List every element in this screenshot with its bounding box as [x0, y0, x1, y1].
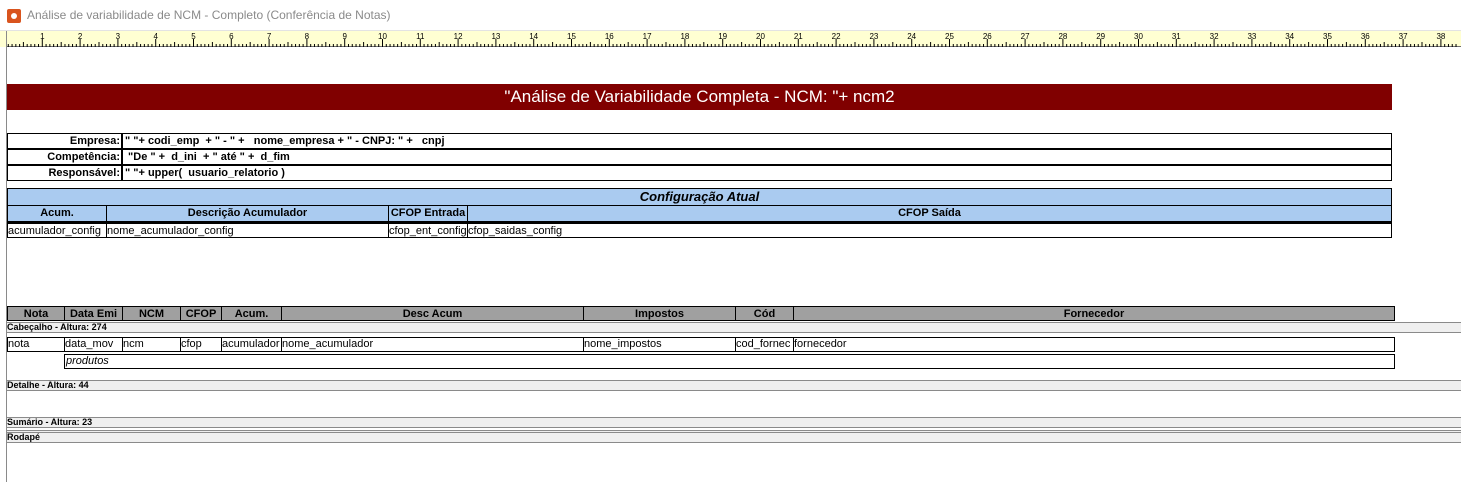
- field-fornecedor[interactable]: fornecedor: [794, 338, 1394, 351]
- report-title[interactable]: "Análise de Variabilidade Completa - NCM…: [7, 84, 1392, 110]
- info-row-responsavel[interactable]: Responsável: " "+ upper( usuario_relator…: [7, 165, 1392, 181]
- info-label-empresa: Empresa:: [69, 135, 120, 147]
- ruler-number: 26: [982, 32, 992, 41]
- field-nome-acumulador[interactable]: nome_acumulador: [282, 338, 584, 351]
- ruler-number: 25: [945, 32, 954, 41]
- ruler-number: 32: [1209, 32, 1219, 41]
- ruler-number: 14: [529, 32, 539, 41]
- ruler-number: 3: [115, 32, 121, 41]
- ruler-number: 37: [1398, 32, 1408, 41]
- notes-col-desc-acum[interactable]: Desc Acum: [282, 307, 584, 320]
- notes-col-cfop[interactable]: CFOP: [181, 307, 222, 320]
- info-row-competencia[interactable]: Competência: "De " + d_ini + " até " + d…: [7, 149, 1392, 165]
- subreport-produtos[interactable]: produtos: [64, 354, 1395, 369]
- ruler-number: 19: [718, 32, 728, 41]
- ruler-number: 22: [831, 32, 841, 41]
- notes-col-ncm[interactable]: NCM: [123, 307, 181, 320]
- config-field-acumulador[interactable]: acumulador_config: [8, 224, 107, 238]
- notes-col-cod[interactable]: Cód: [736, 307, 794, 320]
- info-label-competencia: Competência:: [47, 151, 120, 163]
- field-nome-impostos[interactable]: nome_impostos: [584, 338, 736, 351]
- ruler-number: 15: [567, 32, 576, 41]
- ruler-number: 5: [191, 32, 196, 41]
- ruler-number: 7: [266, 32, 272, 41]
- notes-col-data-emi[interactable]: Data Emi: [65, 307, 123, 320]
- ruler-number: 12: [453, 32, 463, 41]
- info-value-empresa[interactable]: " "+ codi_emp + " - " + nome_empresa + "…: [125, 134, 445, 148]
- ruler-number: 11: [416, 32, 425, 41]
- field-nota[interactable]: nota: [8, 338, 65, 351]
- config-field-cfop-saidas[interactable]: cfop_saidas_config: [468, 224, 1391, 238]
- info-value-competencia[interactable]: "De " + d_ini + " até " + d_fim: [125, 150, 290, 164]
- ruler-number: 21: [793, 32, 803, 41]
- info-label-responsavel: Responsável:: [48, 167, 120, 179]
- config-header[interactable]: Configuração Atual: [7, 188, 1392, 206]
- ruler-number: 28: [1058, 32, 1068, 41]
- notes-col-acum[interactable]: Acum.: [222, 307, 282, 320]
- info-value-responsavel[interactable]: " "+ upper( usuario_relatorio ): [125, 166, 285, 180]
- band-header[interactable]: Cabeçalho - Altura: 274: [7, 322, 1461, 333]
- band-detail[interactable]: Detalhe - Altura: 44: [7, 380, 1461, 391]
- ruler-number: 30: [1134, 32, 1143, 41]
- config-field-nome-acumulador[interactable]: nome_acumulador_config: [107, 224, 389, 238]
- ruler-number: 35: [1323, 32, 1332, 41]
- field-ncm[interactable]: ncm: [123, 338, 181, 351]
- ruler-corner: [0, 31, 7, 47]
- ruler-number: 2: [77, 32, 83, 41]
- ruler-number: 29: [1096, 32, 1106, 41]
- ruler-number: 1: [40, 32, 45, 41]
- band-summary[interactable]: Sumário - Altura: 23: [7, 417, 1461, 428]
- config-values-row: acumulador_config nome_acumulador_config…: [7, 222, 1392, 238]
- field-data-mov[interactable]: data_mov: [65, 338, 123, 351]
- horizontal-ruler[interactable]: 1 2 3 4 5 6 7 8 9 10 11 12 13 14 15 16 17 18 19 20 21 22 23 24 2…: [0, 31, 1461, 47]
- info-row-empresa[interactable]: Empresa: " "+ codi_emp + " - " + nome_em…: [7, 133, 1392, 149]
- notes-col-impostos[interactable]: Impostos: [584, 307, 736, 320]
- notes-column-headers: Nota Data Emi NCM CFOP Acum. Desc Acum I…: [7, 306, 1395, 321]
- window-titlebar: Análise de variabilidade de NCM - Comple…: [0, 0, 1461, 31]
- ruler-number: 20: [756, 32, 765, 41]
- ruler-number: 38: [1436, 32, 1446, 41]
- ruler-number: 16: [604, 32, 614, 41]
- ruler-number: 18: [680, 32, 690, 41]
- ruler-number: 36: [1360, 32, 1370, 41]
- ruler-number: 24: [907, 32, 917, 41]
- ruler-number: 23: [869, 32, 879, 41]
- ruler-number: 27: [1020, 32, 1030, 41]
- window-title: Análise de variabilidade de NCM - Comple…: [27, 8, 391, 22]
- band-footer[interactable]: Rodapé: [7, 430, 1461, 443]
- config-col-descricao[interactable]: Descrição Acumulador: [107, 206, 389, 221]
- ruler-number: 17: [642, 32, 652, 41]
- notes-col-nota[interactable]: Nota: [8, 307, 65, 320]
- config-col-acum[interactable]: Acum.: [8, 206, 107, 221]
- ruler-number: 34: [1285, 32, 1295, 41]
- field-cfop[interactable]: cfop: [181, 338, 222, 351]
- field-cod-fornec[interactable]: cod_fornec: [736, 338, 794, 351]
- ruler-number: 31: [1171, 32, 1181, 41]
- info-separator: [121, 133, 123, 149]
- config-col-cfop-entrada[interactable]: CFOP Entrada: [389, 206, 468, 221]
- ruler-number: 33: [1247, 32, 1257, 41]
- ruler-number: 6: [229, 32, 234, 41]
- notes-col-fornecedor[interactable]: Fornecedor: [794, 307, 1394, 320]
- info-separator: [121, 149, 123, 165]
- app-icon: [7, 9, 21, 23]
- config-field-cfop-ent[interactable]: cfop_ent_config: [389, 224, 468, 238]
- config-column-headers: Acum. Descrição Acumulador CFOP Entrada …: [7, 206, 1392, 222]
- config-col-cfop-saida[interactable]: CFOP Saída: [468, 206, 1391, 221]
- ruler-ticks: [4, 39, 1457, 47]
- info-separator: [121, 165, 123, 181]
- ruler-number: 4: [153, 32, 158, 41]
- ruler-number: 8: [304, 32, 310, 41]
- field-acumulador[interactable]: acumulador: [222, 338, 282, 351]
- ruler-number: 10: [378, 32, 387, 41]
- detail-fields-row: nota data_mov ncm cfop acumulador nome_a…: [7, 337, 1395, 352]
- ruler-number: 9: [342, 32, 347, 41]
- ruler-number: 13: [491, 32, 501, 41]
